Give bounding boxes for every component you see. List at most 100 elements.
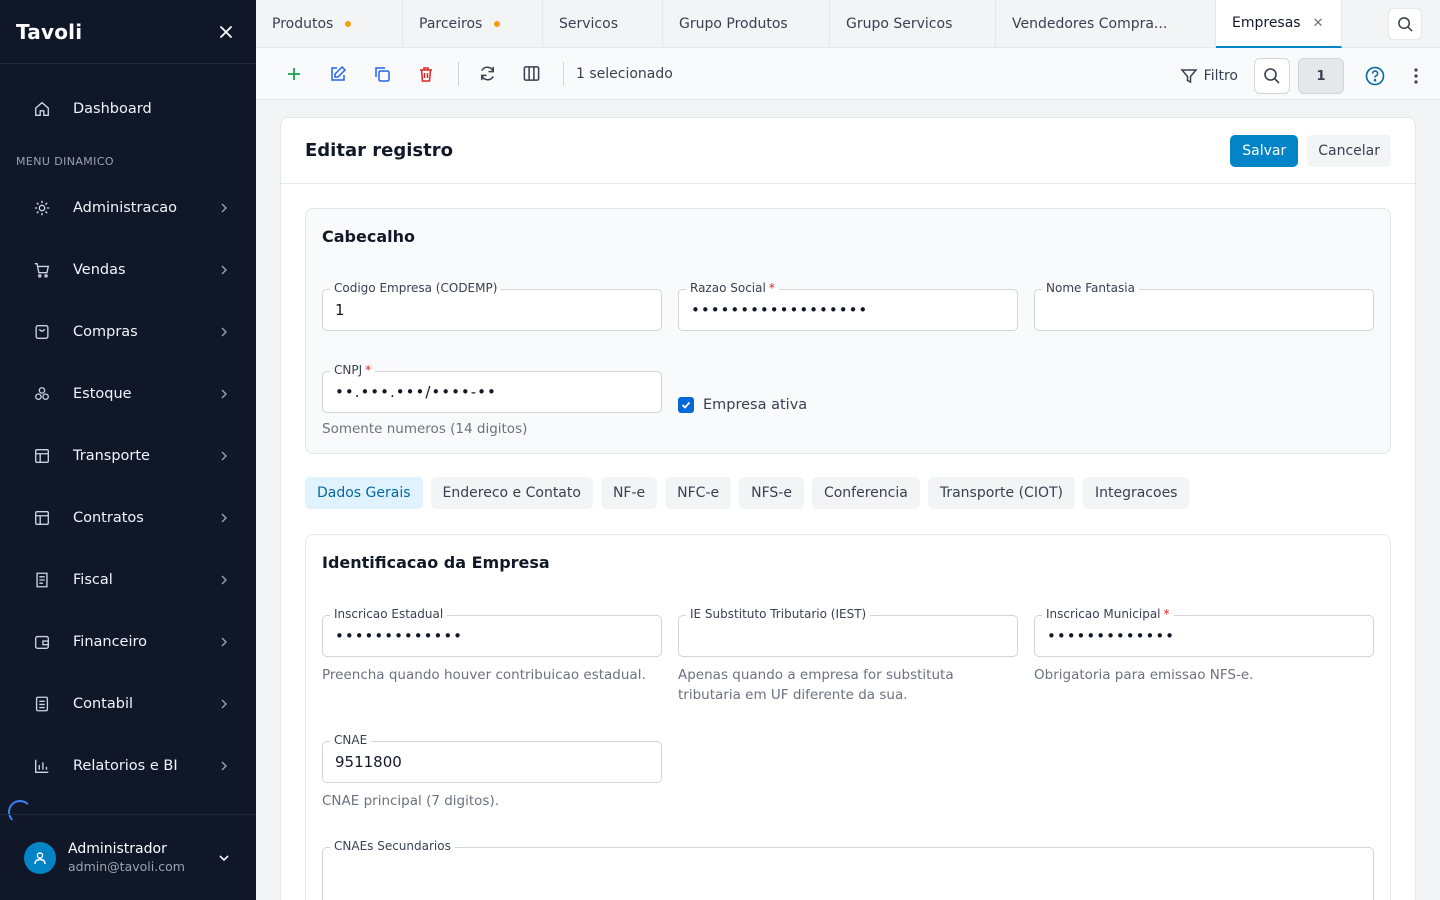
sidebar-item-financeiro[interactable]: Financeiro bbox=[16, 620, 240, 664]
tab-label: Vendedores Compra... bbox=[1012, 16, 1168, 32]
tab-empresas[interactable]: Empresas ✕ bbox=[1216, 0, 1342, 48]
tab-label: Empresas bbox=[1232, 15, 1301, 31]
duplicate-button[interactable] bbox=[366, 58, 398, 90]
sidebar-header: Tavoli bbox=[0, 0, 256, 64]
subtab-conferencia[interactable]: Conferencia bbox=[811, 477, 920, 509]
empresa-ativa-checkbox[interactable]: Empresa ativa bbox=[678, 397, 807, 413]
filter-button[interactable]: Filtro bbox=[1180, 67, 1238, 85]
subtab-nfce[interactable]: NFC-e bbox=[665, 477, 732, 509]
tab-parceiros[interactable]: Parceiros bbox=[403, 0, 543, 48]
main-area: Produtos Parceiros Servicos Grupo Produt… bbox=[256, 0, 1440, 900]
header-section: Cabecalho Codigo Empresa (CODEMP) 1 Raza… bbox=[305, 208, 1391, 454]
subtab-nfe[interactable]: NF-e bbox=[600, 477, 658, 509]
user-name: Administrador bbox=[68, 841, 167, 857]
field-label: Razao Social * bbox=[686, 280, 779, 296]
chevron-right-icon bbox=[216, 696, 232, 712]
form-subtabs: Dados Gerais Endereco e Contato NF-e NFC… bbox=[305, 477, 1197, 509]
record-count-badge[interactable]: 1 bbox=[1298, 58, 1344, 94]
add-button[interactable] bbox=[278, 58, 310, 90]
delete-button[interactable] bbox=[410, 58, 442, 90]
sidebar-item-dashboard[interactable]: Dashboard bbox=[16, 87, 240, 131]
sidebar-item-relatorios[interactable]: Relatorios e BI bbox=[16, 744, 240, 788]
tab-label: Produtos bbox=[272, 16, 334, 32]
cnaes-secundarios-textarea[interactable] bbox=[322, 847, 1374, 900]
subtab-transporte-ciot[interactable]: Transporte (CIOT) bbox=[927, 477, 1075, 509]
more-options-button[interactable] bbox=[1408, 63, 1424, 89]
field-hint: Obrigatoria para emissao NFS-e. bbox=[1034, 667, 1254, 683]
user-menu[interactable]: Administrador admin@tavoli.com bbox=[0, 814, 256, 900]
sidebar-item-fiscal[interactable]: Fiscal bbox=[16, 558, 240, 602]
tab-grupo-servicos[interactable]: Grupo Servicos bbox=[830, 0, 996, 48]
book-icon bbox=[32, 694, 52, 714]
gear-icon bbox=[32, 198, 52, 218]
edit-button[interactable] bbox=[322, 58, 354, 90]
edit-record-card: Editar registro Salvar Cancelar Cabecalh… bbox=[280, 117, 1416, 900]
search-icon bbox=[1397, 16, 1413, 32]
unsaved-dot bbox=[494, 21, 501, 27]
tab-vendedores-compradores[interactable]: Vendedores Compra... bbox=[996, 0, 1216, 48]
subtab-nfse[interactable]: NFS-e bbox=[739, 477, 804, 509]
sidebar-item-label: Financeiro bbox=[73, 634, 148, 650]
sidebar-item-label: Vendas bbox=[73, 262, 126, 278]
chevron-right-icon bbox=[216, 386, 232, 402]
sidebar-item-compras[interactable]: Compras bbox=[16, 310, 240, 354]
edit-icon bbox=[331, 65, 347, 81]
section-title: Cabecalho bbox=[322, 227, 415, 246]
chevron-right-icon bbox=[216, 572, 232, 588]
sidebar-item-transporte[interactable]: Transporte bbox=[16, 434, 240, 478]
cnpj-field: CNPJ * ••.•••.•••/••••-•• Somente numeros… bbox=[322, 362, 662, 439]
close-sidebar-button[interactable] bbox=[212, 18, 240, 46]
tab-label: Grupo Produtos bbox=[679, 16, 788, 32]
sidebar-item-administracao[interactable]: Administracao bbox=[16, 186, 240, 230]
help-icon bbox=[1365, 66, 1385, 86]
help-button[interactable] bbox=[1362, 63, 1388, 89]
field-hint: Apenas quando a empresa for substituta t… bbox=[678, 667, 954, 703]
iest-field: IE Substituto Tributario (IEST) Apenas q… bbox=[678, 606, 1018, 705]
receipt-icon bbox=[32, 570, 52, 590]
page-title: Editar registro bbox=[305, 140, 453, 161]
field-hint: Preencha quando houver contribuicao esta… bbox=[322, 667, 646, 683]
field-hint: Somente numeros (14 digitos) bbox=[322, 421, 528, 437]
cancel-button[interactable]: Cancelar bbox=[1307, 134, 1391, 167]
columns-button[interactable] bbox=[515, 58, 547, 90]
sidebar-item-label: Contabil bbox=[73, 696, 134, 712]
cnae-input[interactable]: 9511800 bbox=[322, 741, 662, 783]
razao-social-field: Razao Social * •••••••••••••••••• bbox=[678, 280, 1018, 331]
tab-grupo-produtos[interactable]: Grupo Produtos bbox=[663, 0, 830, 48]
inscricao-estadual-field: Inscricao Estadual ••••••••••••• Preench… bbox=[322, 606, 662, 685]
sidebar-item-contratos[interactable]: Contratos bbox=[16, 496, 240, 540]
identification-section: Identificacao da Empresa Inscricao Estad… bbox=[305, 534, 1391, 900]
tab-search-button[interactable] bbox=[1388, 8, 1422, 40]
search-button[interactable] bbox=[1254, 58, 1290, 94]
section-title: Identificacao da Empresa bbox=[322, 553, 550, 572]
nome-fantasia-field: Nome Fantasia bbox=[1034, 280, 1374, 331]
trash-icon bbox=[420, 66, 432, 82]
subtab-integracoes[interactable]: Integracoes bbox=[1082, 477, 1190, 509]
tab-servicos[interactable]: Servicos bbox=[543, 0, 663, 48]
home-icon bbox=[32, 99, 52, 119]
layout-icon bbox=[32, 508, 52, 528]
save-button[interactable]: Salvar bbox=[1230, 134, 1299, 167]
close-tab-icon[interactable]: ✕ bbox=[1313, 16, 1324, 31]
user-menu-toggle[interactable] bbox=[216, 850, 232, 866]
tab-produtos[interactable]: Produtos bbox=[256, 0, 403, 48]
checkbox-checked-icon bbox=[678, 397, 694, 413]
sidebar-item-estoque[interactable]: Estoque bbox=[16, 372, 240, 416]
field-label: CNAEs Secundarios bbox=[330, 838, 455, 854]
chevron-right-icon bbox=[216, 200, 232, 216]
chevron-right-icon bbox=[216, 262, 232, 278]
subtab-dados-gerais[interactable]: Dados Gerais bbox=[305, 477, 423, 509]
search-icon bbox=[1264, 68, 1280, 84]
bag-icon bbox=[32, 322, 52, 342]
field-label: Inscricao Estadual bbox=[330, 606, 448, 622]
sidebar-item-vendas[interactable]: Vendas bbox=[16, 248, 240, 292]
sidebar-item-label: Dashboard bbox=[73, 101, 152, 117]
wallet-icon bbox=[32, 632, 52, 652]
refresh-button[interactable] bbox=[471, 58, 503, 90]
subtab-endereco-contato[interactable]: Endereco e Contato bbox=[430, 477, 593, 509]
cart-icon bbox=[32, 260, 52, 280]
field-hint: CNAE principal (7 digitos). bbox=[322, 793, 499, 809]
sidebar-item-label: Contratos bbox=[73, 510, 144, 526]
sidebar-item-contabil[interactable]: Contabil bbox=[16, 682, 240, 726]
codemp-field: Codigo Empresa (CODEMP) 1 bbox=[322, 280, 662, 331]
